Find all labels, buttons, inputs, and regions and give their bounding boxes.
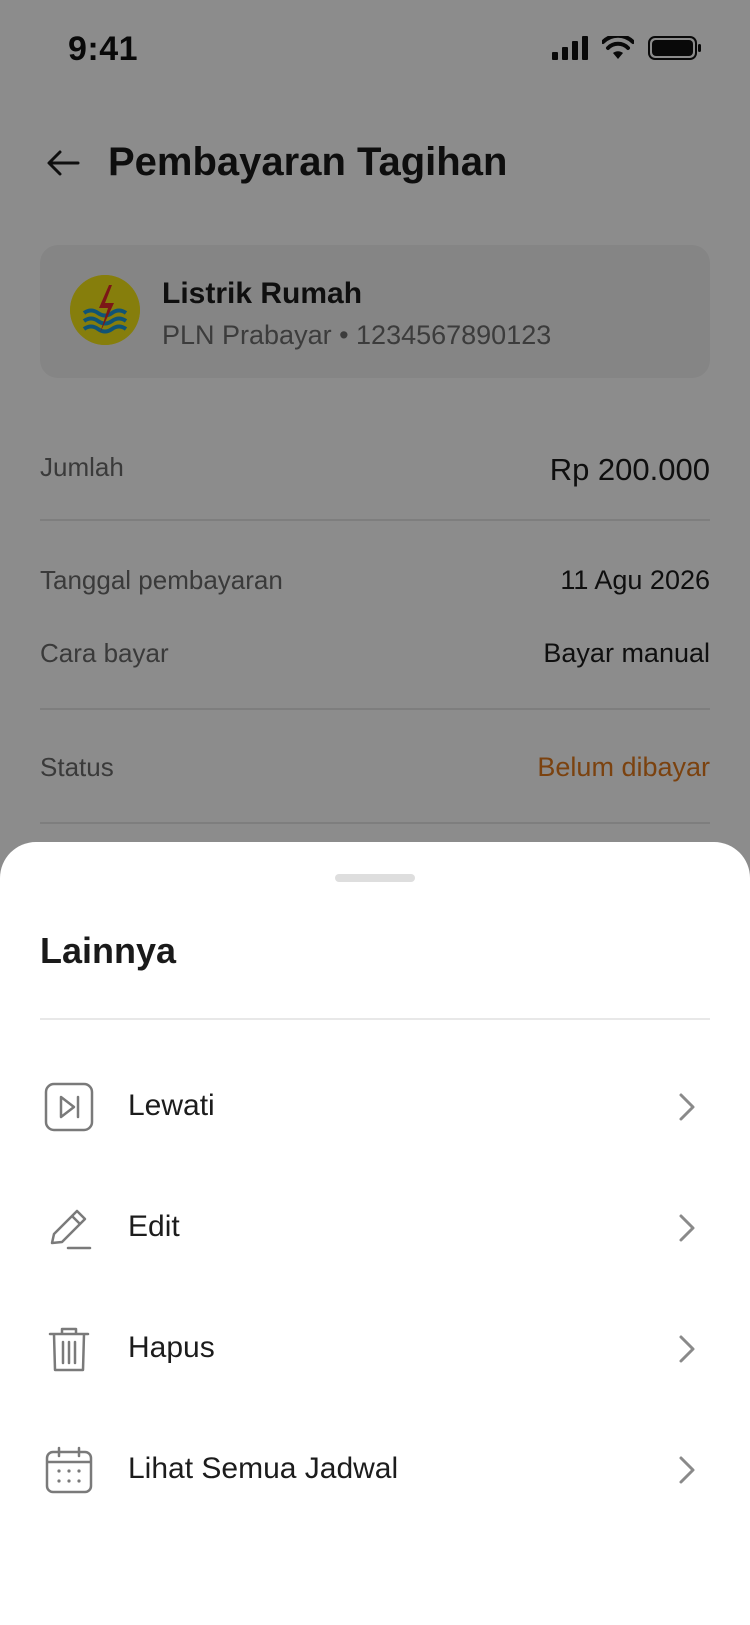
chevron-right-icon [674, 1331, 700, 1367]
chevron-right-icon [674, 1210, 700, 1246]
menu-item-label: Hapus [128, 1331, 215, 1364]
menu-item-view-all-schedules[interactable]: Lihat Semua Jadwal [40, 1420, 710, 1520]
menu-item-label: Lewati [128, 1089, 215, 1122]
sheet-divider [40, 1018, 710, 1020]
bottom-sheet: Lainnya Lewati Edit Hapus Lihat Semua Ja… [0, 842, 750, 1625]
calendar-icon [44, 1445, 94, 1495]
skip-icon [44, 1082, 94, 1132]
chevron-right-icon [674, 1089, 700, 1125]
menu-item-edit[interactable]: Edit [40, 1178, 710, 1278]
pencil-icon [44, 1203, 94, 1253]
sheet-drag-handle[interactable] [335, 874, 415, 882]
sheet-title: Lainnya [40, 930, 177, 971]
trash-icon [44, 1324, 94, 1374]
menu-item-delete[interactable]: Hapus [40, 1299, 710, 1399]
menu-item-label: Lihat Semua Jadwal [128, 1452, 399, 1485]
menu-item-label: Edit [128, 1210, 180, 1243]
menu-item-skip[interactable]: Lewati [40, 1057, 710, 1157]
chevron-right-icon [674, 1452, 700, 1488]
